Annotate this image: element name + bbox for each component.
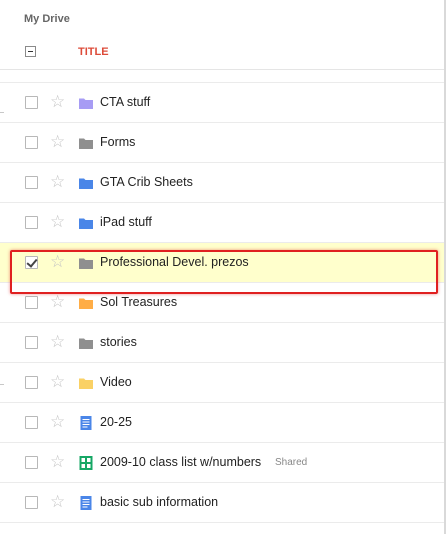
file-title-link[interactable]: Professional Devel. prezos (100, 255, 249, 269)
row-checkbox[interactable] (25, 256, 38, 269)
star-icon[interactable]: ☆ (50, 212, 65, 232)
row-checkbox[interactable] (25, 456, 38, 469)
file-title-link[interactable]: 20-25 (100, 415, 132, 429)
row-checkbox[interactable] (25, 136, 38, 149)
drive-file-list-view: My Drive TITLE ☆Class Website☆CTA stuff☆… (0, 0, 446, 534)
document-icon (78, 415, 94, 431)
file-list-inner: ☆Class Website☆CTA stuff☆Forms☆GTA Crib … (0, 70, 444, 523)
file-row[interactable]: ☆ GTA Crib Sheets (0, 163, 444, 203)
star-icon[interactable]: ☆ (50, 252, 65, 272)
row-checkbox[interactable] (25, 416, 38, 429)
star-icon[interactable]: ☆ (50, 412, 65, 432)
star-icon[interactable]: ☆ (50, 132, 65, 152)
file-title-link[interactable]: CTA stuff (100, 95, 150, 109)
row-checkbox[interactable] (25, 376, 38, 389)
folder-icon (78, 175, 94, 191)
star-icon[interactable]: ☆ (50, 332, 65, 352)
row-checkbox[interactable] (25, 496, 38, 509)
spreadsheet-icon (78, 455, 94, 471)
star-icon[interactable]: ☆ (50, 70, 65, 72)
file-row[interactable]: ☆ 20-25 (0, 403, 444, 443)
file-title-link[interactable]: Video (100, 375, 132, 389)
shared-label: Shared (275, 457, 308, 468)
file-title-link[interactable]: iPad stuff (100, 215, 152, 229)
star-icon[interactable]: ☆ (50, 372, 65, 392)
star-icon[interactable]: ☆ (50, 292, 65, 312)
file-list: ☆Class Website☆CTA stuff☆Forms☆GTA Crib … (0, 70, 444, 534)
breadcrumb[interactable]: My Drive (24, 13, 70, 25)
folder-icon (78, 375, 94, 391)
folder-icon (78, 335, 94, 351)
folder-icon (78, 295, 94, 311)
file-title-link[interactable]: 2009-10 class list w/numbers (100, 455, 261, 469)
row-checkbox[interactable] (25, 336, 38, 349)
file-row[interactable]: ☆ iPad stuff (0, 203, 444, 243)
folder-icon (78, 95, 94, 111)
file-row[interactable]: ☆ Video (0, 363, 444, 403)
file-title-link[interactable]: GTA Crib Sheets (100, 175, 193, 189)
folder-icon (78, 135, 94, 151)
file-row[interactable]: ☆Class Website (0, 70, 444, 83)
folder-icon (78, 255, 94, 271)
title-column-header[interactable]: TITLE (78, 46, 109, 58)
star-icon[interactable]: ☆ (50, 172, 65, 192)
folder-icon (78, 70, 94, 71)
row-checkbox[interactable] (25, 216, 38, 229)
row-checkbox[interactable] (25, 176, 38, 189)
star-icon[interactable]: ☆ (50, 492, 65, 512)
row-checkbox[interactable] (25, 296, 38, 309)
file-title-link[interactable]: Forms (100, 135, 135, 149)
file-row[interactable]: ☆ CTA stuff (0, 83, 444, 123)
star-icon[interactable]: ☆ (50, 452, 65, 472)
star-icon[interactable]: ☆ (50, 92, 65, 112)
file-row[interactable]: ☆ Sol Treasures (0, 283, 444, 323)
file-title-link[interactable]: Sol Treasures (100, 295, 177, 309)
folder-icon (78, 215, 94, 231)
select-all-checkbox[interactable] (25, 46, 36, 57)
document-icon (78, 495, 94, 511)
file-row[interactable]: ☆ stories (0, 323, 444, 363)
column-header-row: TITLE (0, 40, 444, 66)
file-row[interactable]: ☆ 2009-10 class list w/numbers Shared (0, 443, 444, 483)
file-title-link[interactable]: basic sub information (100, 495, 218, 509)
file-row[interactable]: ☆ basic sub information (0, 483, 444, 523)
file-row[interactable]: ☆ Forms (0, 123, 444, 163)
file-title-link[interactable]: stories (100, 335, 137, 349)
row-checkbox[interactable] (25, 96, 38, 109)
file-row[interactable]: ☆ Professional Devel. prezos (0, 243, 444, 283)
